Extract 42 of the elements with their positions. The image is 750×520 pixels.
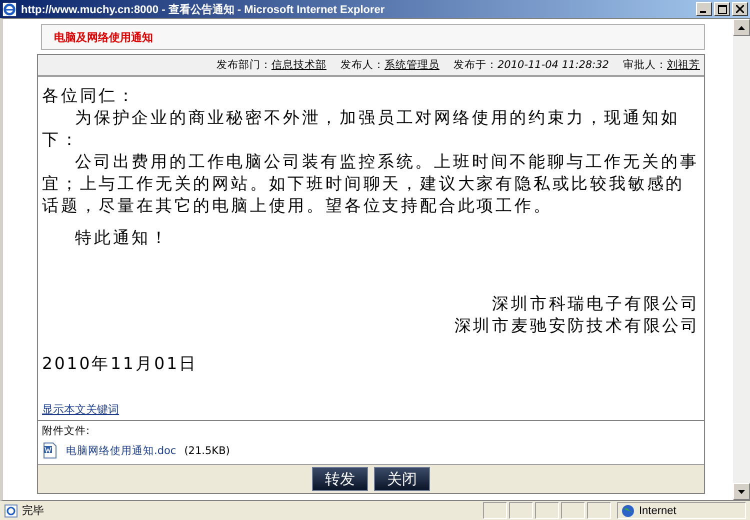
minimize-button[interactable] [696, 2, 712, 16]
scroll-down-icon [738, 490, 745, 494]
closing-text: 特此通知！ [74, 227, 170, 249]
meta-date: 2010-11-04 11:28:32 [497, 59, 609, 71]
maximize-icon [718, 4, 726, 14]
meta-link[interactable]: 刘祖芳 [667, 58, 700, 72]
file-size: (21.5KB) [184, 444, 230, 456]
greeting-text: 各位同仁： [42, 85, 138, 107]
close-button[interactable] [732, 2, 748, 16]
maximize-button[interactable] [714, 2, 730, 16]
action-button[interactable]: 转发 [312, 467, 368, 491]
action-button[interactable]: 关闭 [374, 467, 430, 491]
status-panel [509, 502, 533, 519]
scrollbar[interactable] [733, 19, 750, 500]
keywords-link[interactable]: 显示本文关键词 [42, 402, 119, 418]
meta-label: 发布部门： [216, 58, 272, 72]
meta-label: 发布于： [453, 58, 498, 72]
status-panel [535, 502, 559, 519]
attachments-label: 附件文件: [42, 424, 91, 438]
document-icon [42, 442, 58, 459]
globe-icon [621, 504, 635, 518]
attachment-link[interactable]: 电脑网络使用通知.doc [66, 444, 176, 458]
notice-title: 电脑及网络使用通知 [54, 30, 153, 44]
status-panel [483, 502, 507, 519]
status-panel [561, 502, 585, 519]
meta-link[interactable]: 信息技术部 [271, 58, 326, 72]
browser-icon [2, 2, 17, 16]
scroll-up-icon [738, 26, 745, 30]
date-text: 2010年11月01日 [42, 353, 199, 375]
window-title: http://www.muchy.cn:8000 - 查看公告通知 - Microsoft Internet Explorer [21, 2, 386, 16]
status-panel [587, 502, 611, 519]
zone-text: Internet [639, 504, 676, 516]
meta-label: 审批人： [623, 58, 667, 72]
meta-label: 发布人： [340, 58, 384, 72]
paragraph-text: 公司出费用的工作电脑公司装有监控系统。上班时间不能聊与工作无关的事宜；上与工作无关的网站。如下班时间聊天，建议大家有隐私或比较我敏感的话题，尽量在其它的电脑上使用。望各位支持配合此项工作。 [42, 151, 700, 217]
status-text: 完毕 [22, 503, 45, 518]
close-icon [736, 5, 744, 13]
signature-text: 深圳市麦驰安防技术有限公司 [454, 315, 700, 337]
meta-link[interactable]: 系统管理员 [384, 58, 440, 72]
paragraph-text: 为保护企业的商业秘密不外泄，加强员工对网络使用的约束力，现通知如下： [42, 107, 681, 151]
page-icon [4, 504, 18, 518]
signature-text: 深圳市科瑞电子有限公司 [492, 293, 700, 315]
